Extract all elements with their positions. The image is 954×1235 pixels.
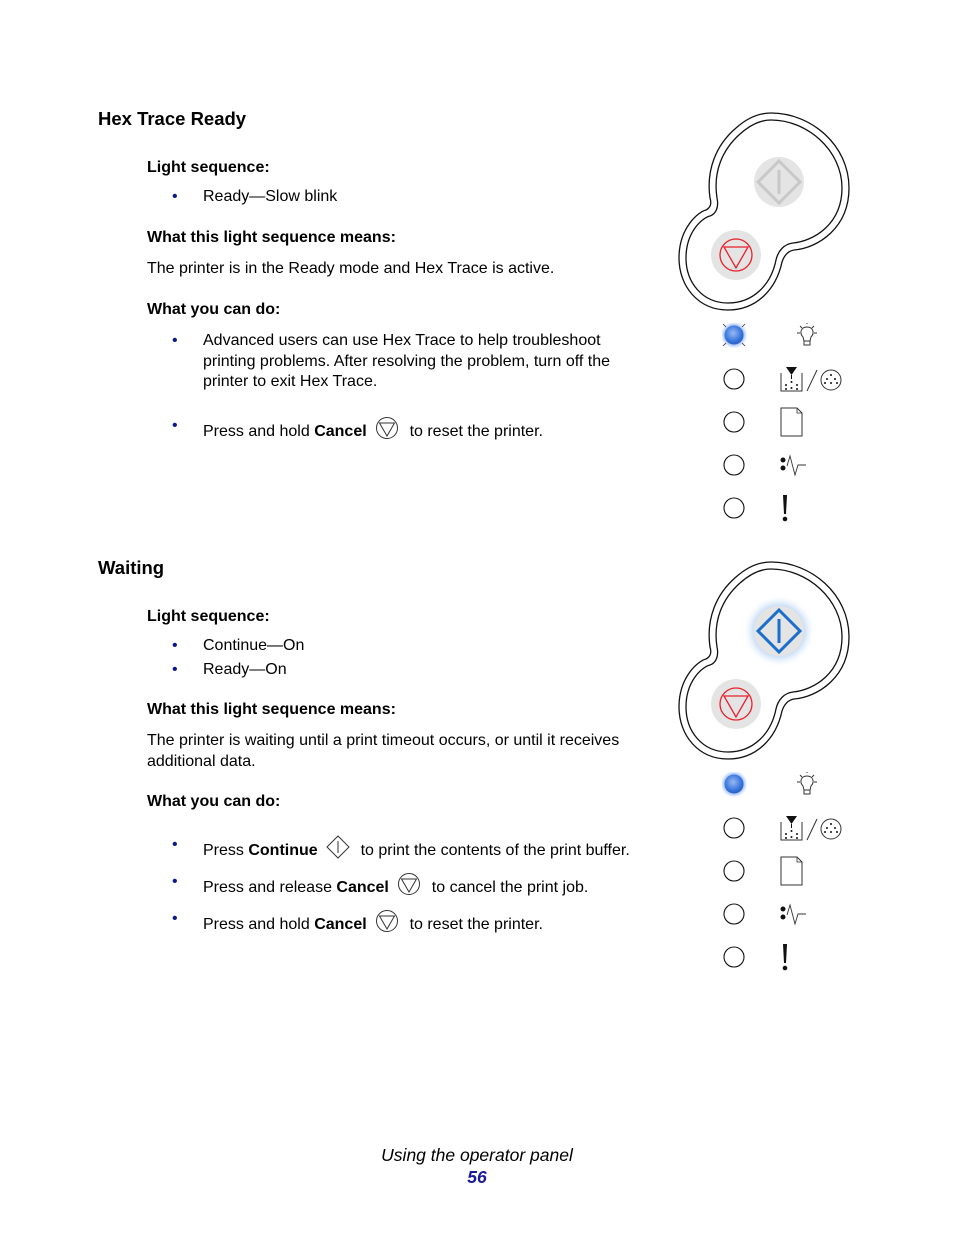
error-led — [723, 497, 745, 519]
continue-button[interactable] — [754, 606, 804, 656]
operator-panel-waiting — [676, 559, 856, 769]
page-number: 56 — [467, 1167, 487, 1187]
actions-heading: What you can do: — [147, 301, 281, 318]
lightbulb-icon — [797, 770, 817, 795]
bullet-icon: • — [172, 637, 178, 654]
continue-icon — [755, 158, 803, 206]
light-sequence-heading: Light sequence: — [147, 159, 270, 176]
paper-icon — [780, 856, 803, 886]
status-lights-waiting — [722, 770, 852, 977]
toner-led — [723, 817, 745, 839]
meaning-heading: What this light sequence means: — [147, 701, 396, 718]
light-sequence-heading: Light sequence: — [147, 608, 270, 625]
cancel-button[interactable] — [711, 230, 761, 280]
bullet-icon: • — [172, 910, 178, 927]
cancel-icon — [397, 872, 421, 903]
exclamation-icon — [782, 944, 788, 971]
continue-icon — [326, 835, 350, 866]
section-title-hex-trace-ready: Hex Trace Ready — [98, 108, 247, 129]
paper-led — [723, 860, 745, 882]
meaning-heading: What this light sequence means: — [147, 229, 396, 246]
continue-button[interactable] — [754, 157, 804, 207]
bullet-icon: • — [172, 332, 178, 349]
cancel-icon — [719, 687, 753, 721]
paper-led — [723, 411, 745, 433]
paper-jam-icon — [780, 903, 806, 926]
cancel-icon — [375, 416, 399, 447]
toner-drum-icon — [780, 367, 842, 392]
cancel-button[interactable] — [711, 679, 761, 729]
paper-jam-led — [723, 903, 745, 925]
exclamation-icon — [782, 495, 788, 522]
section-title-waiting: Waiting — [98, 557, 165, 578]
paper-icon — [780, 407, 803, 437]
paper-jam-led — [723, 454, 745, 476]
cancel-icon — [375, 909, 399, 940]
status-lights-hex-trace — [722, 321, 852, 528]
bullet-icon: • — [172, 188, 178, 205]
toner-led — [723, 368, 745, 390]
panel-outline — [678, 112, 850, 311]
footer-section-title: Using the operator panel — [381, 1145, 573, 1165]
cancel-label: Cancel — [314, 423, 367, 440]
cancel-icon — [719, 238, 753, 272]
operator-panel-hex-trace — [676, 110, 856, 320]
bullet-icon: • — [172, 417, 178, 434]
ready-led — [723, 773, 745, 795]
cancel-label: Cancel — [314, 916, 367, 933]
actions-heading: What you can do: — [147, 793, 281, 810]
panel-outline — [678, 561, 850, 760]
error-led — [723, 946, 745, 968]
meaning-text: The printer is in the Ready mode and Hex… — [147, 260, 555, 277]
toner-drum-icon — [780, 816, 842, 841]
lightbulb-icon — [797, 321, 817, 346]
continue-icon — [755, 607, 803, 655]
bullet-icon: • — [172, 873, 178, 890]
ready-led — [722, 323, 746, 347]
bullet-icon: • — [172, 661, 178, 678]
paper-jam-icon — [780, 454, 806, 477]
continue-label: Continue — [248, 842, 318, 859]
cancel-label: Cancel — [336, 879, 389, 896]
bullet-icon: • — [172, 836, 178, 853]
meaning-text: The printer is waiting until a print tim… — [147, 732, 620, 770]
